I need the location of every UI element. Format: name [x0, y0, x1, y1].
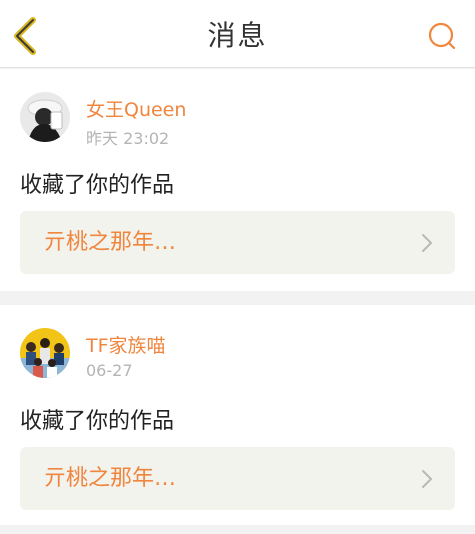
- timestamp: 06-27: [86, 361, 133, 380]
- work-title: 亓桃之那年…: [44, 230, 177, 255]
- username-link[interactable]: TF家族喵: [86, 331, 166, 358]
- avatar[interactable]: [20, 328, 70, 378]
- action-text: 收藏了你的作品: [20, 409, 175, 434]
- top-nav-bar: 消息: [0, 0, 475, 68]
- messages-screen: 消息 女王Queen 昨天 23:02 收藏了你的作品 亓桃之那年… TF家族喵…: [0, 0, 475, 534]
- user-avatar-image: [20, 328, 70, 378]
- avatar[interactable]: [20, 92, 70, 142]
- chevron-right-icon: [422, 234, 432, 252]
- page-title: 消息: [207, 19, 268, 52]
- action-text: 收藏了你的作品: [20, 173, 175, 198]
- notification-card: TF家族喵 06-27 收藏了你的作品 亓桃之那年…: [0, 305, 475, 525]
- timestamp: 昨天 23:02: [86, 129, 170, 148]
- username-link[interactable]: 女王Queen: [86, 95, 186, 122]
- work-link[interactable]: 亓桃之那年…: [20, 211, 455, 274]
- chevron-right-icon: [422, 470, 432, 488]
- search-icon: [428, 22, 456, 50]
- work-title: 亓桃之那年…: [44, 466, 177, 491]
- notification-card: 女王Queen 昨天 23:02 收藏了你的作品 亓桃之那年…: [0, 69, 475, 291]
- search-button[interactable]: [425, 20, 459, 54]
- user-avatar-image: [20, 92, 70, 142]
- work-link[interactable]: 亓桃之那年…: [20, 447, 455, 510]
